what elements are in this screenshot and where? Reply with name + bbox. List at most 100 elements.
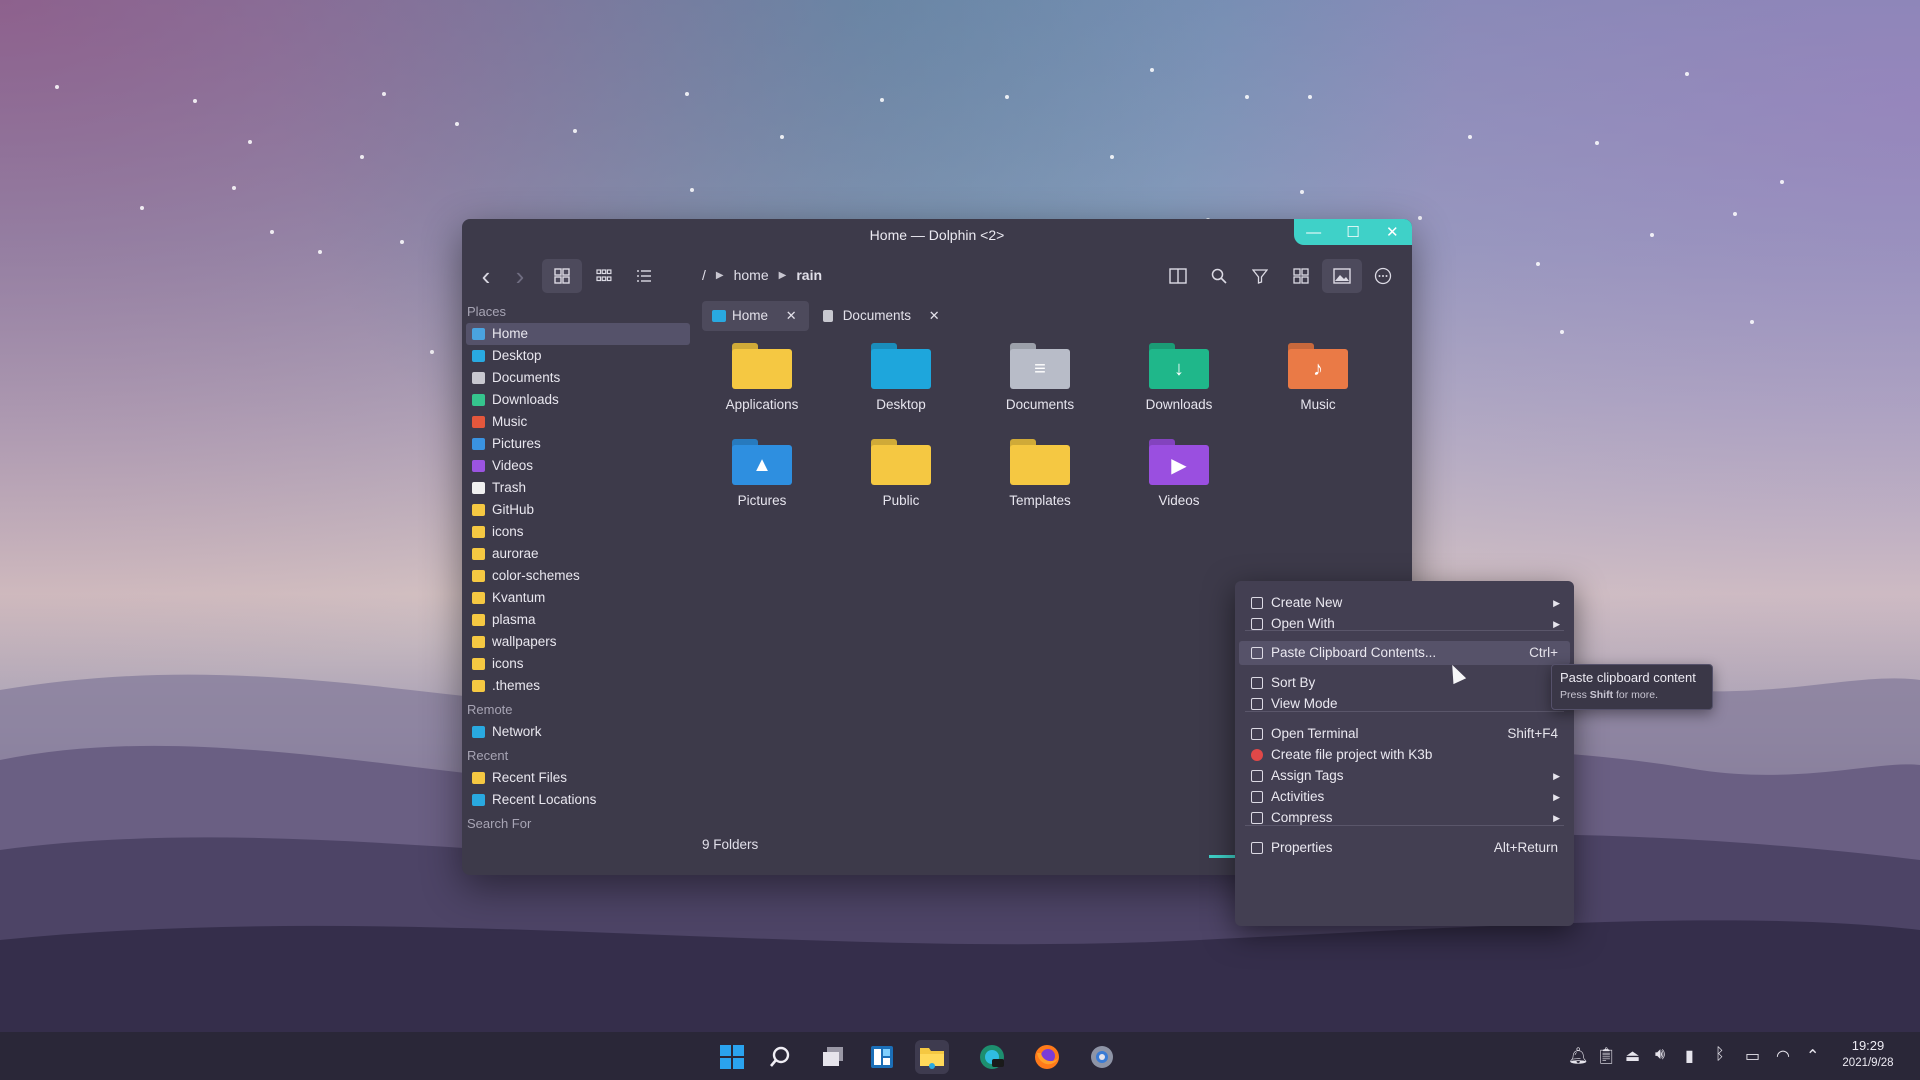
folder-icon xyxy=(472,504,485,516)
menu-item-shortcut: Alt+Return xyxy=(1493,840,1558,855)
sidebar-item-label: Network xyxy=(492,724,542,739)
sidebar-item-kvantum[interactable]: Kvantum xyxy=(466,587,690,609)
sidebar-item-icons[interactable]: icons xyxy=(466,653,690,675)
sidebar-item-label: Home xyxy=(492,326,529,341)
sidebar-item-network[interactable]: Network xyxy=(466,721,690,743)
sidebar-item-github[interactable]: GitHub xyxy=(466,499,690,521)
search-button[interactable] xyxy=(1199,259,1239,293)
tab-documents[interactable]: Documents ✕ xyxy=(813,301,952,331)
compact-view-button[interactable] xyxy=(584,259,624,293)
filter-button[interactable] xyxy=(1240,259,1280,293)
tooltip-hint-key: Shift xyxy=(1589,689,1614,701)
battery-icon[interactable]: ▮ xyxy=(1685,1046,1694,1066)
recent-list: Recent Files Recent Locations xyxy=(462,767,694,811)
breadcrumb-current[interactable]: rain xyxy=(796,267,822,283)
sidebar-item-plasma[interactable]: plasma xyxy=(466,609,690,631)
tab-home[interactable]: Home ✕ xyxy=(702,301,809,331)
sidebar-item-themes[interactable]: .themes xyxy=(466,675,690,697)
edge-dev-button[interactable] xyxy=(975,1040,1009,1074)
sidebar-item-documents[interactable]: Documents xyxy=(466,367,690,389)
folder-item-documents[interactable]: ≡ Documents xyxy=(980,341,1100,412)
bluetooth-icon[interactable]: ᛒ xyxy=(1715,1046,1725,1064)
grid-options-button[interactable] xyxy=(1281,259,1321,293)
sidebar-item-label: Videos xyxy=(492,458,534,473)
breadcrumb-root[interactable]: / xyxy=(702,267,706,283)
sidebar-item-desktop[interactable]: Desktop xyxy=(466,345,690,367)
preview-button[interactable] xyxy=(1322,259,1362,293)
folder-glyph-icon: ↓ xyxy=(1174,357,1184,380)
volume-icon[interactable]: 🔊︎ xyxy=(1655,1046,1665,1064)
wifi-icon[interactable]: ◠ xyxy=(1776,1046,1790,1066)
folder-icon xyxy=(472,772,485,784)
sidebar-item-aurorae[interactable]: aurorae xyxy=(466,543,690,565)
folder-item-music[interactable]: ♪ Music xyxy=(1258,341,1378,412)
menu-button[interactable] xyxy=(1363,259,1403,293)
folder-icon: ▲ xyxy=(732,437,792,485)
home-icon xyxy=(712,310,726,322)
device-icon[interactable]: ⏏ xyxy=(1625,1046,1640,1066)
clipboard-icon[interactable]: 📋︎ xyxy=(1596,1046,1616,1066)
submenu-arrow-icon: ▶ xyxy=(1553,813,1560,823)
icons-view-button[interactable] xyxy=(542,259,582,293)
forward-button[interactable]: › xyxy=(500,259,540,293)
task-view-button[interactable] xyxy=(816,1040,850,1074)
windows-logo-icon xyxy=(720,1045,744,1069)
folder-item-templates[interactable]: Templates xyxy=(980,437,1100,508)
search-taskbar-button[interactable] xyxy=(763,1040,797,1074)
split-view-button[interactable] xyxy=(1158,259,1198,293)
chevron-up-icon[interactable]: ⌃ xyxy=(1806,1046,1819,1066)
sidebar-item-recent-locations[interactable]: Recent Locations xyxy=(466,789,690,811)
star xyxy=(1300,190,1304,194)
folder-item-pictures[interactable]: ▲ Pictures xyxy=(702,437,822,508)
sidebar-item-recent-files[interactable]: Recent Files xyxy=(466,767,690,789)
notification-bell-icon[interactable]: 🔔︎ xyxy=(1568,1046,1588,1066)
sidebar-item-color-schemes[interactable]: color-schemes xyxy=(466,565,690,587)
menu-item-properties[interactable]: Properties Alt+Return xyxy=(1239,836,1570,860)
firefox-icon xyxy=(1035,1045,1059,1069)
folder-item-applications[interactable]: Applications xyxy=(702,341,822,412)
widgets-button[interactable] xyxy=(865,1040,899,1074)
details-view-button[interactable] xyxy=(624,259,664,293)
display-icon[interactable]: ▭ xyxy=(1745,1046,1760,1066)
firefox-button[interactable] xyxy=(1030,1040,1064,1074)
star xyxy=(1780,180,1784,184)
sidebar-item-music[interactable]: Music xyxy=(466,411,690,433)
sidebar-item-wallpapers[interactable]: wallpapers xyxy=(466,631,690,653)
close-tab-icon[interactable]: ✕ xyxy=(786,308,797,323)
menu-item-paste-clipboard-contents[interactable]: Paste Clipboard Contents... Ctrl+ xyxy=(1239,641,1570,665)
menu-item-compress[interactable]: Compress ▶ xyxy=(1239,806,1570,830)
folder-item-public[interactable]: Public xyxy=(841,437,961,508)
folder-label: Templates xyxy=(1009,493,1071,508)
breadcrumb-home[interactable]: home xyxy=(734,267,769,283)
file-manager-taskbar-button[interactable] xyxy=(915,1040,949,1074)
system-clock[interactable]: 19:29 2021/9/28 xyxy=(1830,1038,1906,1069)
folder-icon xyxy=(472,526,485,538)
folder-label: Videos xyxy=(1158,493,1200,508)
folder-icon xyxy=(920,1048,944,1069)
folder-icon xyxy=(1010,437,1070,485)
sidebar-item-pictures[interactable]: Pictures xyxy=(466,433,690,455)
close-button[interactable]: ✕ xyxy=(1380,223,1404,241)
folder-item-desktop[interactable]: Desktop xyxy=(841,341,961,412)
star xyxy=(1245,95,1249,99)
star xyxy=(1536,262,1540,266)
start-button[interactable] xyxy=(715,1040,749,1074)
close-tab-icon[interactable]: ✕ xyxy=(929,308,940,323)
places-list: Home Desktop Documents Downloads Music Pictur… xyxy=(462,323,694,697)
menu-item-open-with[interactable]: Open With ▶ xyxy=(1239,612,1570,636)
sidebar-item-trash[interactable]: Trash xyxy=(466,477,690,499)
minimize-button[interactable]: — xyxy=(1302,224,1326,241)
sidebar-item-icons[interactable]: icons xyxy=(466,521,690,543)
menu-item-view-mode[interactable]: View Mode▶ xyxy=(1239,692,1570,716)
submenu-arrow-icon: ▶ xyxy=(1553,619,1560,629)
settings-button[interactable] xyxy=(1085,1040,1119,1074)
folder-glyph-icon: ▶ xyxy=(1171,454,1187,477)
folder-item-downloads[interactable]: ↓ Downloads xyxy=(1119,341,1239,412)
sidebar-item-downloads[interactable]: Downloads xyxy=(466,389,690,411)
folder-item-videos[interactable]: ▶ Videos xyxy=(1119,437,1239,508)
maximize-button[interactable]: ☐ xyxy=(1341,223,1365,241)
star xyxy=(400,240,404,244)
sidebar-item-videos[interactable]: Videos xyxy=(466,455,690,477)
sidebar-item-home[interactable]: Home xyxy=(466,323,690,345)
star xyxy=(1560,330,1564,334)
